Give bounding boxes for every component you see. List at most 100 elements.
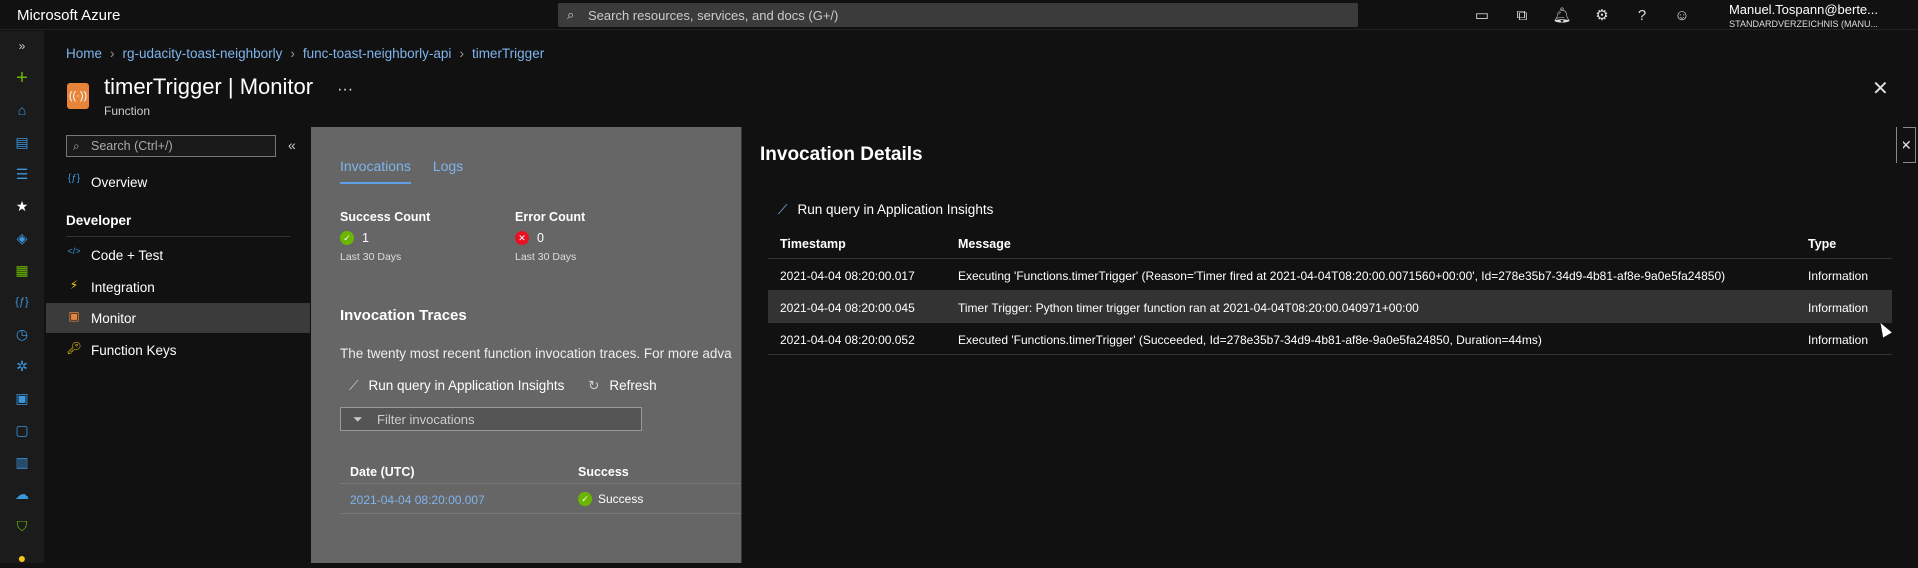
stat-value-row: ✓ 1 <box>340 231 430 245</box>
dashboard-icon[interactable]: ▤ <box>12 132 32 152</box>
row-message: Executing 'Functions.timerTrigger' (Reas… <box>958 269 1726 283</box>
lightning-icon: ⚡︎ <box>69 278 79 292</box>
column-type[interactable]: Type <box>1808 237 1836 251</box>
refresh-button[interactable]: ↻ Refresh <box>588 378 657 393</box>
directory-filter-icon[interactable]: ⧉ <box>1502 3 1542 27</box>
brand-title[interactable]: Microsoft Azure <box>17 7 120 24</box>
breadcrumb-function[interactable]: timerTrigger <box>472 46 544 61</box>
home-icon[interactable]: ⌂ <box>12 100 32 120</box>
filter-icon: ⏷ <box>353 412 363 426</box>
error-circle-icon: ✕ <box>515 231 529 245</box>
more-options-button[interactable]: ··· <box>337 81 353 98</box>
run-query-label: Run query in Application Insights <box>797 202 994 217</box>
stat-label: Error Count <box>515 210 586 224</box>
invocation-date-link[interactable]: 2021-04-04 08:20:00.007 <box>350 493 485 507</box>
table-row[interactable]: 2021-04-04 08:20:00.045 Timer Trigger: P… <box>768 291 1892 323</box>
expand-menu-icon[interactable]: » <box>12 36 32 56</box>
table-row[interactable]: 2021-04-04 08:20:00.052 Executed 'Functi… <box>768 323 1892 355</box>
refresh-icon: ↻ <box>588 378 600 393</box>
invocation-traces-description: The twenty most recent function invocati… <box>340 346 732 361</box>
close-blade-button[interactable]: ✕ <box>1872 76 1889 101</box>
column-message[interactable]: Message <box>958 237 1011 251</box>
sidebar-item-integration[interactable]: ⚡︎ Integration <box>46 272 310 302</box>
recent-icon[interactable]: ◷ <box>12 324 32 344</box>
favorites-icon[interactable]: ★ <box>12 196 32 216</box>
portal-left-rail: » + ⌂ ▤ ☰ ★ ◈ ▦ {ƒ} ◷ ✲ ▣ ▢ ▥ ☁ ⛉ ● <box>0 31 44 566</box>
invocations-table-header: Date (UTC) Success <box>340 458 741 484</box>
chevron-right-icon: › <box>110 46 115 61</box>
feedback-icon[interactable]: ☺ <box>1662 3 1702 27</box>
page-title-text: timerTrigger | Monitor <box>104 74 314 99</box>
app-service-icon[interactable]: ▢ <box>12 420 32 440</box>
sidebar-item-label: Function Keys <box>91 343 177 358</box>
panel-title: Invocation Details <box>760 144 923 165</box>
traces-toolbar: ⟋ Run query in Application Insights ↻ Refr… <box>349 378 657 394</box>
run-query-button[interactable]: ⟋ Run query in Application Insights <box>349 378 564 393</box>
run-query-label: Run query in Application Insights <box>368 378 565 393</box>
resource-groups-icon[interactable]: ◈ <box>12 228 32 248</box>
table-row[interactable]: 2021-04-04 08:20:00.017 Executing 'Funct… <box>768 259 1892 291</box>
account-name: Manuel.Tospann@berte... <box>1728 2 1878 17</box>
all-resources-icon[interactable]: ▦ <box>12 260 32 280</box>
sidebar-item-overview[interactable]: {ƒ} Overview <box>46 167 310 197</box>
filter-placeholder: Filter invocations <box>377 412 475 427</box>
column-timestamp[interactable]: Timestamp <box>780 237 846 251</box>
chart-line-icon: ⟋ <box>778 202 788 217</box>
stat-value: 1 <box>362 231 369 245</box>
cloud-shell-icon[interactable]: ▭ <box>1462 3 1502 27</box>
invocation-details-table: Timestamp Message Type 2021-04-04 08:20:… <box>768 227 1892 355</box>
function-icon: ((·)) <box>67 83 89 109</box>
account-menu[interactable]: Manuel.Tospann@berte... STANDARDVERZEICH… <box>1718 2 1878 29</box>
invocation-traces-heading: Invocation Traces <box>340 307 467 324</box>
all-services-icon[interactable]: ☰ <box>12 164 32 184</box>
stat-value-row: ✕ 0 <box>515 231 585 245</box>
breadcrumb-resource-group[interactable]: rg-udacity-toast-neighborly <box>123 46 283 61</box>
virtual-machine-icon[interactable]: ▣ <box>12 388 32 408</box>
tab-logs[interactable]: Logs <box>433 158 463 184</box>
column-date[interactable]: Date (UTC) <box>350 465 415 479</box>
row-type: Information <box>1808 269 1869 283</box>
create-resource-icon[interactable]: + <box>12 68 32 88</box>
sidebar-item-label: Code + Test <box>91 248 164 263</box>
invocation-status: ✓ Success <box>578 492 643 506</box>
panel-scrollbar[interactable] <box>1897 127 1903 563</box>
security-icon[interactable]: ⛉ <box>12 516 32 536</box>
sidebar-search-placeholder: Search (Ctrl+/) <box>91 139 173 153</box>
sidebar-item-code-test[interactable]: </> Code + Test <box>46 240 310 270</box>
search-icon: ⌕ <box>73 139 80 153</box>
gear-icon[interactable]: ⚙ <box>1582 3 1622 27</box>
search-placeholder: Search resources, services, and docs (G+… <box>588 8 839 23</box>
status-label: Success <box>598 492 644 506</box>
advisor-icon[interactable]: ● <box>12 548 32 568</box>
topbar-icons: ▭ ⧉ 🔔︎ ⚙ ? ☺ <box>1462 3 1702 27</box>
sidebar-section-developer: Developer <box>66 213 132 228</box>
filter-invocations-input[interactable]: ⏷ Filter invocations <box>340 407 642 431</box>
table-row[interactable]: 2021-04-04 08:20:00.007 ✓ Success <box>340 484 741 514</box>
chevron-right-icon: › <box>290 46 295 61</box>
row-message: Timer Trigger: Python timer trigger func… <box>958 301 1419 315</box>
sidebar-item-monitor[interactable]: ▣ Monitor <box>46 303 310 333</box>
page-subtitle: Function <box>104 104 151 118</box>
sidebar-item-function-keys[interactable]: 🔑︎ Function Keys <box>46 335 310 365</box>
cosmos-db-icon[interactable]: ✲ <box>12 356 32 376</box>
cloud-icon[interactable]: ☁ <box>12 484 32 504</box>
row-timestamp: 2021-04-04 08:20:00.052 <box>780 333 915 347</box>
stat-period: Last 30 Days <box>515 251 577 263</box>
breadcrumb-home[interactable]: Home <box>66 46 102 61</box>
row-type: Information <box>1808 333 1869 347</box>
row-timestamp: 2021-04-04 08:20:00.045 <box>780 301 915 315</box>
sql-database-icon[interactable]: ▥ <box>12 452 32 472</box>
chart-line-icon: ⟋ <box>349 378 359 393</box>
check-circle-icon: ✓ <box>578 492 592 506</box>
global-search-input[interactable]: ⌕ Search resources, services, and docs (… <box>558 3 1358 27</box>
panel-run-query-button[interactable]: ⟋ Run query in Application Insights <box>778 202 993 218</box>
breadcrumb-function-app[interactable]: func-toast-neighborly-api <box>303 46 452 61</box>
success-count-stat: Success Count ✓ 1 Last 30 Days <box>340 210 430 263</box>
sidebar-search-input[interactable]: ⌕ Search (Ctrl+/) <box>66 135 276 157</box>
column-success[interactable]: Success <box>578 465 629 479</box>
tab-invocations[interactable]: Invocations <box>340 158 411 184</box>
bell-icon[interactable]: 🔔︎ <box>1542 3 1582 27</box>
help-icon[interactable]: ? <box>1622 3 1662 27</box>
function-app-icon[interactable]: {ƒ} <box>12 292 32 312</box>
collapse-sidebar-button[interactable]: « <box>288 137 296 153</box>
